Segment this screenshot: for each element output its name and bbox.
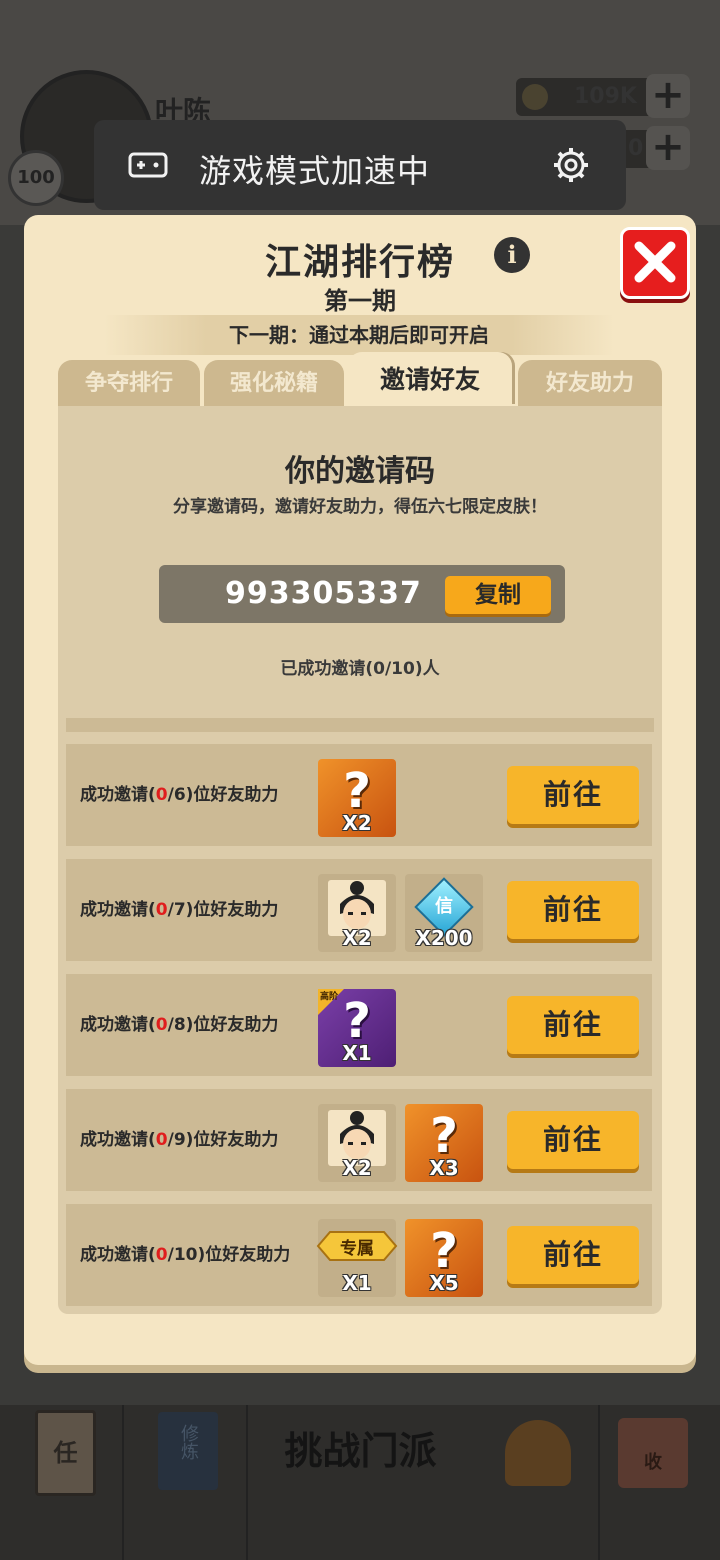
tab-enhance-manual[interactable]: 强化秘籍 [204, 360, 344, 406]
invited-count: 已成功邀请(0/10)人 [280, 659, 440, 679]
shop-icon[interactable]: 收 [618, 1418, 688, 1488]
close-icon [634, 241, 676, 283]
reward-quantity: X3 [429, 1156, 459, 1180]
next-period-banner: 下一期：通过本期后即可开启 [104, 315, 614, 355]
add-coins-button[interactable]: + [646, 74, 690, 118]
coin-amount: 109K [574, 84, 637, 109]
reward-quantity: X1 [342, 1271, 372, 1295]
cultivation-book-icon[interactable]: 修炼 [158, 1412, 218, 1490]
copy-button[interactable]: 复制 [445, 576, 551, 614]
add-resource-button[interactable]: + [646, 126, 690, 170]
invite-description: 分享邀请码，邀请好友助力，得伍六七限定皮肤！ [173, 497, 547, 517]
go-button[interactable]: 前往 [507, 996, 639, 1054]
task-label: 成功邀请(0/8)位好友助力 [80, 1015, 279, 1035]
task-row: 成功邀请(0/8)位好友助力 高阶 ? X1 前往 [66, 974, 652, 1076]
invite-code: 993305337 [225, 576, 422, 611]
task-label: 成功邀请(0/9)位好友助力 [80, 1130, 279, 1150]
reward-quantity: X200 [415, 926, 473, 950]
info-icon[interactable]: i [494, 237, 530, 273]
go-button[interactable]: 前往 [507, 1226, 639, 1284]
reward-quantity: X2 [342, 1156, 372, 1180]
task-row: 成功邀请(0/6)位好友助力 ? X2 前往 [66, 744, 652, 846]
task-row: 成功邀请(0/10)位好友助力 专属 X1 ? X5 前往 [66, 1204, 652, 1306]
coin-icon [522, 84, 548, 110]
challenge-sect-button[interactable]: 挑战门派 [248, 1420, 473, 1475]
reward-quantity: X2 [342, 926, 372, 950]
exclusive-badge-reward[interactable]: 专属 X1 [316, 1219, 398, 1297]
tab-friend-assist[interactable]: 好友助力 [518, 360, 662, 406]
task-label: 成功邀请(0/7)位好友助力 [80, 900, 279, 920]
ranking-modal: 江湖排行榜 i 第一期 下一期：通过本期后即可开启 争夺排行 强化秘籍 邀请好友… [24, 215, 696, 1365]
task-label: 成功邀请(0/10)位好友助力 [80, 1245, 291, 1265]
list-top-edge [66, 718, 654, 732]
go-button[interactable]: 前往 [507, 766, 639, 824]
reward-quantity: X5 [429, 1271, 459, 1295]
mystery-outfit-reward[interactable]: ? X2 [318, 759, 396, 837]
invite-panel: 你的邀请码 分享邀请码，邀请好友助力，得伍六七限定皮肤！ 993305337 复… [58, 406, 662, 1314]
game-mode-toast: 游戏模式加速中 [94, 120, 626, 210]
invite-code-box: 993305337 复制 [159, 565, 565, 623]
helmet-icon[interactable] [505, 1420, 571, 1486]
modal-title: 江湖排行榜 [264, 242, 455, 283]
task-row: 成功邀请(0/7)位好友助力 X2 信 X200 前往 [66, 859, 652, 961]
character-portrait-reward[interactable]: X2 [318, 874, 396, 952]
task-scroll-icon[interactable]: 任 [35, 1410, 96, 1496]
toast-title: 游戏模式加速中 [199, 152, 431, 190]
mystery-outfit-reward[interactable]: ? X3 [405, 1104, 483, 1182]
mystery-outfit-reward[interactable]: ? X5 [405, 1219, 483, 1297]
player-level-badge: 100 [8, 150, 64, 206]
task-row: 成功邀请(0/9)位好友助力 X2 ? X3 前往 [66, 1089, 652, 1191]
advanced-mystery-reward[interactable]: 高阶 ? X1 [318, 989, 396, 1067]
gear-icon[interactable] [552, 146, 590, 188]
gamepad-icon [128, 152, 168, 182]
tab-ranking[interactable]: 争夺排行 [58, 360, 200, 406]
task-label: 成功邀请(0/6)位好友助力 [80, 785, 279, 805]
diamond-reward[interactable]: 信 X200 [405, 874, 483, 952]
tab-bar: 争夺排行 强化秘籍 邀请好友 好友助力 [58, 352, 662, 406]
tab-invite-friends[interactable]: 邀请好友 [348, 352, 512, 404]
go-button[interactable]: 前往 [507, 1111, 639, 1169]
reward-quantity: X1 [342, 1041, 372, 1065]
reward-quantity: X2 [342, 811, 372, 835]
period-label: 第一期 [324, 287, 396, 315]
invite-code-heading: 你的邀请码 [285, 454, 435, 489]
second-resource-amount: 0 [628, 136, 644, 161]
close-button[interactable] [620, 227, 690, 299]
next-period-text: 下一期：通过本期后即可开启 [229, 323, 489, 347]
go-button[interactable]: 前往 [507, 881, 639, 939]
coin-bar: 109K [516, 78, 666, 116]
character-portrait-reward[interactable]: X2 [318, 1104, 396, 1182]
